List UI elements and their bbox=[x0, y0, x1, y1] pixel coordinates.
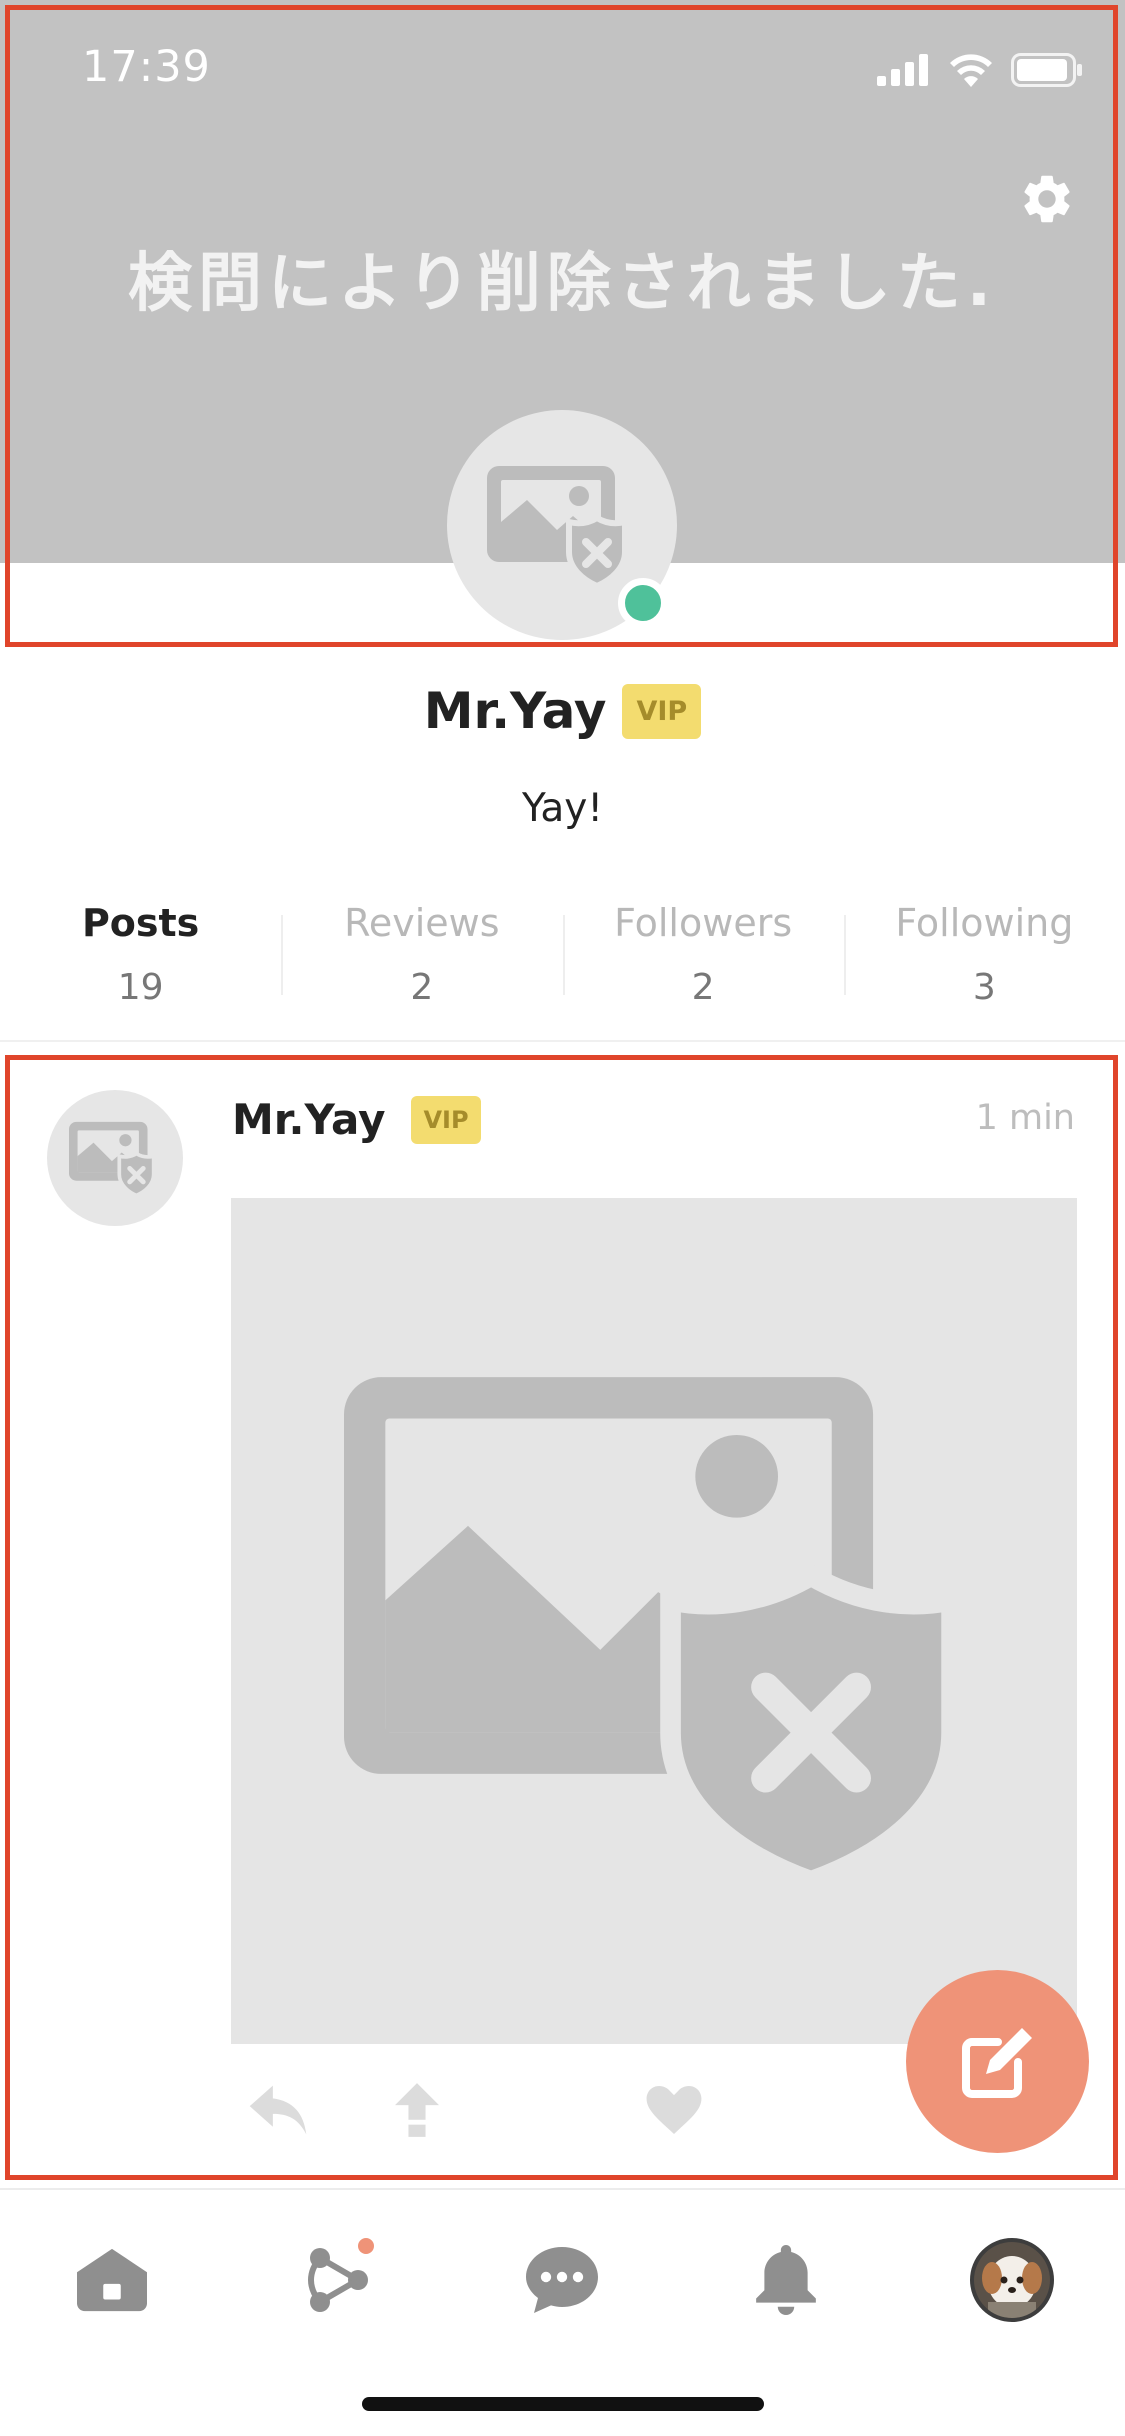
user-avatar bbox=[970, 2238, 1054, 2322]
status-bar: 17:39 bbox=[0, 0, 1125, 135]
status-time: 17:39 bbox=[82, 42, 211, 92]
dog-avatar-icon bbox=[974, 2242, 1050, 2318]
post-author-row: Mr.Yay VIP bbox=[232, 1095, 481, 1144]
tab-count: 19 bbox=[117, 967, 164, 1008]
profile-bio: Yay! bbox=[521, 786, 604, 831]
nav-home[interactable] bbox=[62, 2230, 162, 2330]
profile-name: Mr.Yay bbox=[423, 682, 607, 740]
censored-image-icon bbox=[344, 1377, 962, 1891]
signal-icon bbox=[877, 54, 928, 86]
reply-icon bbox=[249, 2085, 307, 2135]
bell-icon bbox=[756, 2245, 816, 2315]
censored-image-icon bbox=[69, 1121, 156, 1198]
nav-network[interactable] bbox=[286, 2230, 386, 2330]
post-author-avatar[interactable] bbox=[47, 1090, 183, 1226]
tab-reviews[interactable]: Reviews 2 bbox=[281, 895, 562, 1025]
home-icon bbox=[77, 2248, 147, 2312]
post-author-name[interactable]: Mr.Yay bbox=[232, 1095, 385, 1144]
online-status-dot bbox=[618, 578, 668, 628]
post-image[interactable] bbox=[231, 1198, 1077, 2044]
notification-dot bbox=[358, 2238, 374, 2254]
tab-label: Reviews bbox=[344, 901, 500, 945]
vip-badge: VIP bbox=[622, 683, 702, 739]
tab-followers[interactable]: Followers 2 bbox=[562, 895, 844, 1025]
post-timestamp: 1 min bbox=[975, 1098, 1075, 1138]
section-divider bbox=[0, 1040, 1125, 1042]
settings-button[interactable] bbox=[1018, 170, 1076, 228]
tab-following[interactable]: Following 3 bbox=[843, 895, 1125, 1025]
home-indicator bbox=[362, 2397, 764, 2411]
reply-button[interactable] bbox=[243, 2075, 313, 2145]
tab-label: Followers bbox=[614, 901, 793, 945]
profile-name-row: Mr.Yay VIP bbox=[0, 682, 1125, 740]
tab-count: 2 bbox=[410, 967, 434, 1008]
network-icon bbox=[308, 2248, 368, 2312]
tab-posts[interactable]: Posts 19 bbox=[0, 895, 281, 1025]
share-button[interactable] bbox=[382, 2075, 452, 2145]
battery-icon bbox=[1011, 53, 1082, 87]
tab-count: 3 bbox=[972, 967, 996, 1008]
nav-notifications[interactable] bbox=[736, 2230, 836, 2330]
chat-icon bbox=[526, 2247, 598, 2313]
compose-icon bbox=[961, 2027, 1032, 2098]
profile-screen: 17:39 検問により削除されました. Mr.Yay VIP Yay! Post… bbox=[0, 0, 1125, 2436]
tab-label: Posts bbox=[81, 901, 200, 945]
compose-button[interactable] bbox=[906, 1970, 1089, 2153]
tab-count: 2 bbox=[691, 967, 715, 1008]
status-icons bbox=[877, 50, 1083, 90]
tab-label: Following bbox=[895, 901, 1074, 945]
censored-image-icon bbox=[487, 466, 628, 590]
wifi-icon bbox=[950, 54, 992, 87]
heart-icon bbox=[646, 2086, 702, 2134]
profile-tabs: Posts 19 Reviews 2 Followers 2 Following… bbox=[0, 895, 1125, 1025]
removed-notice: 検問により削除されました. bbox=[127, 247, 998, 321]
nav-profile[interactable] bbox=[962, 2230, 1062, 2330]
like-button[interactable] bbox=[639, 2075, 709, 2145]
share-icon bbox=[395, 2083, 439, 2137]
nav-chat[interactable] bbox=[512, 2230, 612, 2330]
vip-badge: VIP bbox=[411, 1095, 481, 1144]
gear-icon bbox=[1024, 175, 1070, 223]
